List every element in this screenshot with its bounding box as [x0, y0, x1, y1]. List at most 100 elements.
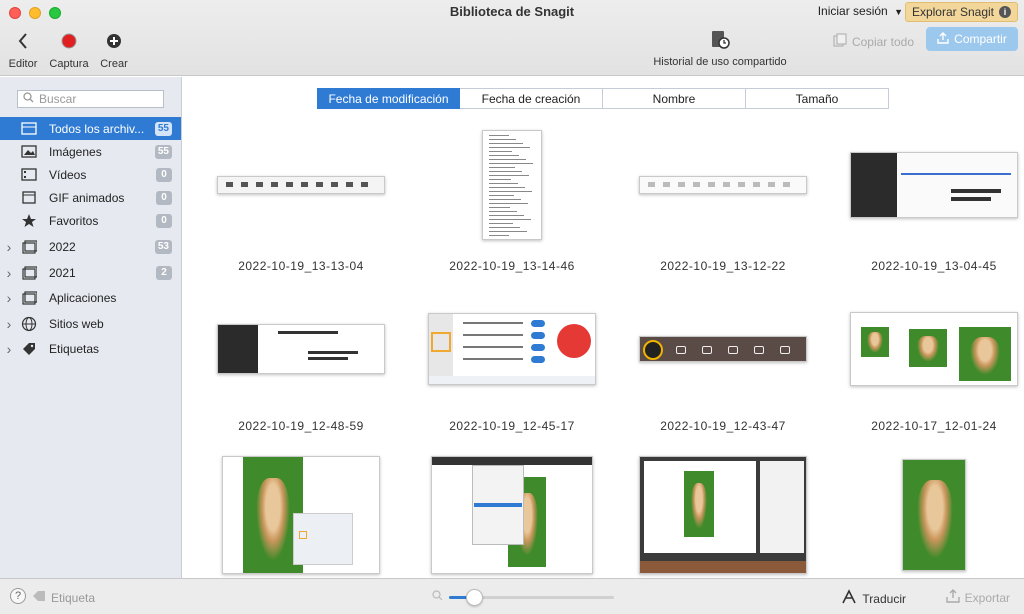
help-button[interactable]: ? — [10, 588, 26, 604]
share-icon — [937, 31, 949, 47]
editor-button[interactable]: Editor — [8, 30, 38, 70]
sort-by-modified[interactable]: Fecha de modificación — [317, 88, 460, 109]
tag-icon — [20, 341, 38, 357]
thumbnail-detail — [753, 181, 760, 187]
record-icon — [49, 30, 89, 52]
thumbnail-detail — [768, 181, 775, 187]
sidebar-item[interactable]: Todos los archiv... 55 — [0, 117, 181, 140]
apps-icon — [20, 290, 38, 306]
thumbnail-detail — [218, 325, 258, 373]
thumbnail-detail — [331, 181, 338, 187]
thumbnail-frame — [201, 117, 401, 252]
gif-icon — [20, 190, 38, 206]
sidebar-item-label: 2021 — [49, 265, 76, 280]
thumbnail-image — [850, 151, 1018, 218]
thumbnail-detail — [897, 152, 1017, 217]
thumbnail-detail — [557, 324, 591, 358]
copy-all-button[interactable]: Copiar todo — [833, 33, 914, 50]
thumbnail-detail — [676, 346, 686, 354]
thumbnail-frame — [412, 455, 612, 575]
sidebar-item[interactable]: Vídeos 0 — [0, 163, 181, 186]
capture-label: Captura — [49, 58, 89, 70]
thumbnail-detail — [308, 357, 348, 360]
sort-by-name[interactable]: Nombre — [603, 88, 746, 109]
sidebar-item-label: 2022 — [49, 239, 76, 254]
sort-by-created[interactable]: Fecha de creación — [460, 88, 603, 109]
export-button[interactable]: Exportar — [945, 589, 1010, 606]
create-label: Crear — [100, 58, 128, 70]
zoom-slider-knob[interactable] — [465, 588, 483, 606]
thumbnail-detail — [463, 334, 523, 336]
search-field[interactable]: Buscar — [17, 90, 164, 108]
thumbnail-detail — [489, 234, 509, 236]
thumbnail-detail — [663, 181, 670, 187]
thumbnail-detail — [738, 181, 745, 187]
share-button[interactable]: Compartir — [926, 27, 1018, 51]
thumbnail-detail — [286, 181, 293, 187]
thumbnail-detail — [489, 162, 533, 164]
capture-button[interactable]: Captura — [49, 30, 89, 70]
thumbnail-filename: 2022-10-19_12-43-47 — [660, 419, 786, 433]
thumbnail-frame — [623, 117, 823, 252]
plus-circle-icon — [100, 30, 128, 52]
share-history-button[interactable]: Historial de uso compartido — [620, 30, 820, 68]
thumbnail-image — [217, 175, 385, 194]
copy-all-label: Copiar todo — [851, 34, 914, 49]
sidebar-item-count: 0 — [156, 190, 172, 205]
sidebar-item-label: Etiquetas — [49, 341, 100, 356]
thumbnail-image — [217, 324, 385, 374]
thumbnail-detail — [256, 181, 263, 187]
thumbnail-detail — [903, 460, 965, 570]
chevron-left-icon — [8, 30, 38, 52]
sort-segmented-control: Fecha de modificación Fecha de creación … — [317, 88, 889, 109]
zoom-control — [432, 588, 614, 606]
disclosure-arrow-icon[interactable]: › — [2, 265, 16, 281]
explore-label: Explorar Snagit — [911, 5, 994, 19]
sidebar-item[interactable]: › 2022 53 — [0, 235, 181, 258]
sidebar-item-count: 55 — [154, 121, 172, 136]
thumbnail-detail — [293, 513, 353, 565]
zoom-slider[interactable] — [449, 588, 614, 606]
thumbnail-image — [639, 456, 807, 574]
thumbnail-detail — [463, 346, 523, 348]
create-button[interactable]: Crear — [100, 30, 128, 70]
tag-button[interactable]: Etiqueta — [32, 590, 95, 605]
copy-icon — [833, 33, 847, 50]
disclosure-arrow-icon[interactable]: › — [2, 239, 16, 255]
thumbnail-detail — [431, 332, 451, 352]
thumbnail-detail — [531, 320, 545, 327]
disclosure-arrow-icon[interactable]: › — [2, 316, 16, 332]
thumbnail-filename: 2022-10-19_13-04-45 — [871, 259, 997, 273]
thumbnail-frame — [834, 303, 1024, 395]
sidebar-item[interactable]: › Etiquetas — [0, 337, 181, 360]
sidebar-item[interactable]: › Sitios web — [0, 312, 181, 335]
thumbnail-image — [222, 456, 380, 574]
thumbnail-detail — [299, 531, 307, 539]
thumbnail-detail — [531, 332, 545, 339]
disclosure-arrow-icon[interactable]: › — [2, 290, 16, 306]
bottom-bar: ? Etiqueta Traducir Exportar — [0, 578, 1024, 614]
sidebar-item[interactable]: › 2021 2 — [0, 261, 181, 284]
sidebar-item[interactable]: Imágenes 55 — [0, 140, 181, 163]
sidebar-item[interactable]: GIF animados 0 — [0, 186, 181, 209]
thumbnail-filename: 2022-10-19_13-14-46 — [449, 259, 575, 273]
thumbnail-detail — [643, 340, 663, 360]
thumbnail-detail — [723, 181, 730, 187]
sidebar-item[interactable]: Favoritos 0 — [0, 209, 181, 232]
sidebar-item[interactable]: › Aplicaciones — [0, 286, 181, 309]
thumbnail-detail — [316, 181, 323, 187]
thumbnail-detail — [648, 181, 655, 187]
thumbnail-detail — [489, 182, 518, 184]
thumbnail-image — [850, 312, 1018, 386]
translate-button[interactable]: Traducir — [841, 589, 906, 608]
disclosure-arrow-icon[interactable]: › — [2, 341, 16, 357]
sort-by-size[interactable]: Tamaño — [746, 88, 889, 109]
thumbnail-detail — [489, 230, 527, 232]
explore-snagit-button[interactable]: Explorar Snagit i — [904, 2, 1018, 22]
sidebar-item-count: 53 — [154, 239, 172, 254]
login-menu[interactable]: Iniciar sesión ▼ — [818, 4, 903, 18]
thumbnail-detail — [489, 198, 521, 200]
thumbnail-detail — [489, 174, 529, 176]
sidebar-item-label: Todos los archiv... — [49, 121, 145, 136]
thumbnail-detail — [474, 503, 522, 507]
